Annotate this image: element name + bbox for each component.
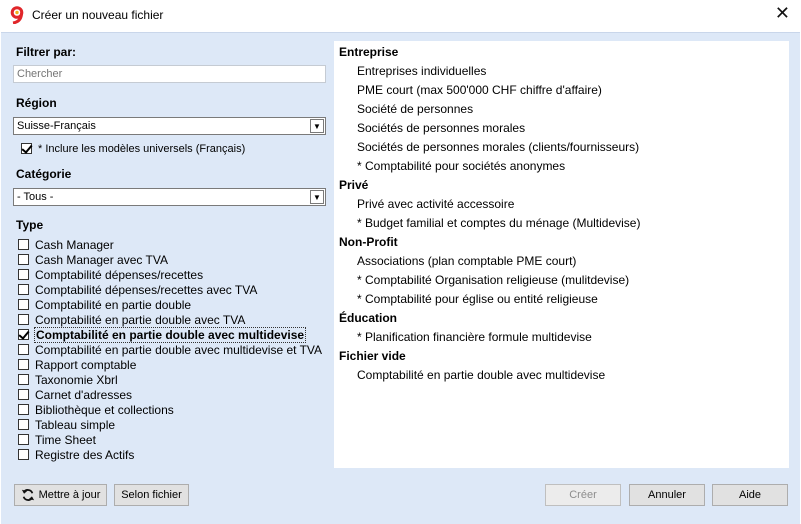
template-item[interactable]: * Budget familial et comptes du ménage (… xyxy=(357,216,640,230)
type-checkbox[interactable] xyxy=(18,449,29,460)
close-icon[interactable]: ✕ xyxy=(775,5,790,23)
help-button[interactable]: Aide xyxy=(712,484,788,506)
type-checkbox[interactable] xyxy=(18,269,29,280)
type-checkbox[interactable] xyxy=(18,284,29,295)
template-item[interactable]: * Planification financière formule multi… xyxy=(357,330,592,344)
template-category-heading: Éducation xyxy=(339,311,398,325)
include-universal-checkbox[interactable] xyxy=(21,143,32,154)
title-bar: Créer un nouveau fichier ✕ xyxy=(0,0,801,32)
by-file-button[interactable]: Selon fichier xyxy=(114,484,189,506)
chevron-down-icon[interactable]: ▼ xyxy=(310,119,324,133)
update-button[interactable]: Mettre à jour xyxy=(14,484,107,506)
template-item[interactable]: Associations (plan comptable PME court) xyxy=(357,254,576,268)
template-item[interactable]: Comptabilité en partie double avec multi… xyxy=(357,368,605,382)
type-item-label: Time Sheet xyxy=(35,433,96,447)
type-checkbox[interactable] xyxy=(18,299,29,310)
type-item-label: Comptabilité dépenses/recettes avec TVA xyxy=(35,283,258,297)
template-item[interactable]: * Comptabilité Organisation religieuse (… xyxy=(357,273,629,287)
type-item-label: Rapport comptable xyxy=(35,358,137,372)
type-checkbox[interactable] xyxy=(18,359,29,370)
template-item[interactable]: Sociétés de personnes morales (clients/f… xyxy=(357,140,639,154)
category-label: Catégorie xyxy=(16,167,72,181)
type-item-label: Bibliothèque et collections xyxy=(35,403,174,417)
type-label: Type xyxy=(16,218,44,232)
type-checkbox[interactable] xyxy=(18,344,29,355)
type-checkbox[interactable] xyxy=(18,374,29,385)
template-item[interactable]: Entreprises individuelles xyxy=(357,64,486,78)
by-file-button-label: Selon fichier xyxy=(121,489,182,501)
template-item[interactable]: Privé avec activité accessoire xyxy=(357,197,514,211)
window-title: Créer un nouveau fichier xyxy=(32,8,164,22)
type-item-label: Comptabilité dépenses/recettes xyxy=(35,268,204,282)
type-checkbox[interactable] xyxy=(18,389,29,400)
template-item[interactable]: Société de personnes xyxy=(357,102,473,116)
type-item-label: Comptabilité en partie double avec multi… xyxy=(35,343,323,357)
update-button-label: Mettre à jour xyxy=(38,489,101,501)
type-checkbox[interactable] xyxy=(18,434,29,445)
cancel-button[interactable]: Annuler xyxy=(629,484,705,506)
category-selected-value: - Tous - xyxy=(17,191,54,203)
category-select[interactable]: - Tous - ▼ xyxy=(13,188,326,206)
search-input[interactable] xyxy=(13,65,326,83)
type-checkbox[interactable] xyxy=(18,419,29,430)
type-item-label: Cash Manager xyxy=(35,238,114,252)
region-label: Région xyxy=(16,96,57,110)
type-checkbox[interactable] xyxy=(18,254,29,265)
cancel-button-label: Annuler xyxy=(648,489,686,501)
template-item[interactable]: * Comptabilité pour sociétés anonymes xyxy=(357,159,565,173)
include-universal-label: * Inclure les modèles universels (França… xyxy=(38,143,246,155)
create-button-label: Créer xyxy=(569,489,597,501)
type-checkbox-checked[interactable] xyxy=(18,329,29,340)
type-checkbox[interactable] xyxy=(18,239,29,250)
type-checkbox[interactable] xyxy=(18,404,29,415)
type-item-label: Registre des Actifs xyxy=(35,448,135,462)
template-item[interactable]: Sociétés de personnes morales xyxy=(357,121,525,135)
template-list: Entreprise Entreprises individuelles PME… xyxy=(334,41,789,468)
type-checkbox[interactable] xyxy=(18,314,29,325)
banana-logo-icon xyxy=(10,6,24,24)
help-button-label: Aide xyxy=(738,489,762,501)
template-item[interactable]: PME court (max 500'000 CHF chiffre d'aff… xyxy=(357,83,602,97)
refresh-icon xyxy=(21,489,34,501)
template-category-heading: Non-Profit xyxy=(339,235,398,249)
type-item-label: Carnet d'adresses xyxy=(35,388,133,402)
type-item-label: Cash Manager avec TVA xyxy=(35,253,168,267)
type-item-label: Comptabilité en partie double avec TVA xyxy=(35,313,246,327)
type-item-label: Comptabilité en partie double xyxy=(35,298,192,312)
type-item-label: Taxonomie Xbrl xyxy=(35,373,118,387)
template-item[interactable]: * Comptabilité pour église ou entité rel… xyxy=(357,292,598,306)
chevron-down-icon[interactable]: ▼ xyxy=(310,190,324,204)
filter-label: Filtrer par: xyxy=(16,45,77,59)
template-category-heading: Entreprise xyxy=(339,45,399,59)
type-item-label: Tableau simple xyxy=(35,418,116,432)
create-button[interactable]: Créer xyxy=(545,484,621,506)
template-category-heading: Privé xyxy=(339,178,369,192)
type-item-label: Comptabilité en partie double avec multi… xyxy=(34,327,307,343)
template-category-heading: Fichier vide xyxy=(339,349,406,363)
region-select[interactable]: Suisse-Français ▼ xyxy=(13,117,326,135)
region-selected-value: Suisse-Français xyxy=(17,120,96,132)
